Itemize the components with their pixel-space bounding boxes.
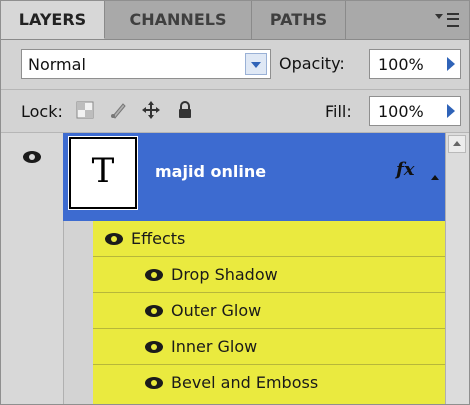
opacity-slider-arrow-icon[interactable] [447, 57, 455, 71]
fill-slider-arrow-icon[interactable] [447, 104, 455, 118]
drop-shadow-eye-icon[interactable] [145, 269, 163, 281]
panel-menu-icon[interactable] [435, 11, 459, 29]
effects-header[interactable]: Effects [93, 221, 445, 257]
layers-panel: LAYERS CHANNELS PATHS Normal Opacity: 10… [0, 0, 470, 405]
expand-triangle-icon[interactable] [431, 175, 439, 180]
thumbnail-letter: T [91, 151, 115, 191]
dropdown-arrow-icon[interactable] [245, 53, 267, 75]
fill-field[interactable]: 100% [369, 96, 461, 126]
effect-label: Drop Shadow [171, 265, 278, 284]
bevel-emboss-eye-icon[interactable] [145, 377, 163, 389]
effect-label: Outer Glow [171, 301, 262, 320]
effect-item-inner-glow[interactable]: Inner Glow [93, 329, 445, 365]
blend-mode-dropdown[interactable]: Normal [21, 49, 271, 79]
effects-label: Effects [131, 229, 186, 248]
fx-icon[interactable]: fx [396, 159, 414, 180]
lock-brush-icon[interactable] [109, 100, 129, 120]
layer-thumbnail: T [68, 136, 138, 210]
effects-list: Effects Drop Shadow Outer Glow Inner Glo… [93, 221, 445, 404]
lock-move-icon[interactable] [141, 100, 161, 120]
effect-item-outer-glow[interactable]: Outer Glow [93, 293, 445, 329]
tab-channels[interactable]: CHANNELS [105, 1, 252, 39]
opacity-value: 100% [378, 55, 424, 74]
fill-value: 100% [378, 102, 424, 121]
lock-fill-row: Lock: Fill: 100% [1, 89, 469, 133]
lock-all-icon[interactable] [175, 100, 195, 120]
visibility-column [1, 133, 64, 404]
blend-mode-value: Normal [28, 55, 86, 74]
effect-item-drop-shadow[interactable]: Drop Shadow [93, 257, 445, 293]
effect-item-bevel-emboss[interactable]: Bevel and Emboss [93, 365, 445, 401]
lock-transparent-icon[interactable] [75, 100, 95, 120]
layer-name: majid online [155, 162, 267, 181]
effect-label: Inner Glow [171, 337, 258, 356]
tab-paths[interactable]: PATHS [252, 1, 346, 39]
effects-visibility-eye-icon[interactable] [105, 233, 123, 245]
scroll-up-icon[interactable] [448, 135, 466, 153]
lock-label: Lock: [21, 102, 63, 121]
visibility-eye-icon[interactable] [23, 151, 41, 163]
opacity-label: Opacity: [279, 54, 345, 73]
outer-glow-eye-icon[interactable] [145, 305, 163, 317]
fill-label: Fill: [325, 102, 352, 121]
layers-scrollbar[interactable] [445, 133, 469, 404]
layers-list: T majid online fx Effects Drop Shadow Ou… [1, 133, 469, 404]
opacity-field[interactable]: 100% [369, 49, 461, 79]
tab-layers[interactable]: LAYERS [1, 1, 105, 39]
blend-opacity-row: Normal Opacity: 100% [1, 41, 469, 85]
inner-glow-eye-icon[interactable] [145, 341, 163, 353]
effect-label: Bevel and Emboss [171, 373, 319, 392]
panel-tabs: LAYERS CHANNELS PATHS [1, 1, 469, 40]
layer-row[interactable]: T majid online fx [63, 133, 445, 221]
